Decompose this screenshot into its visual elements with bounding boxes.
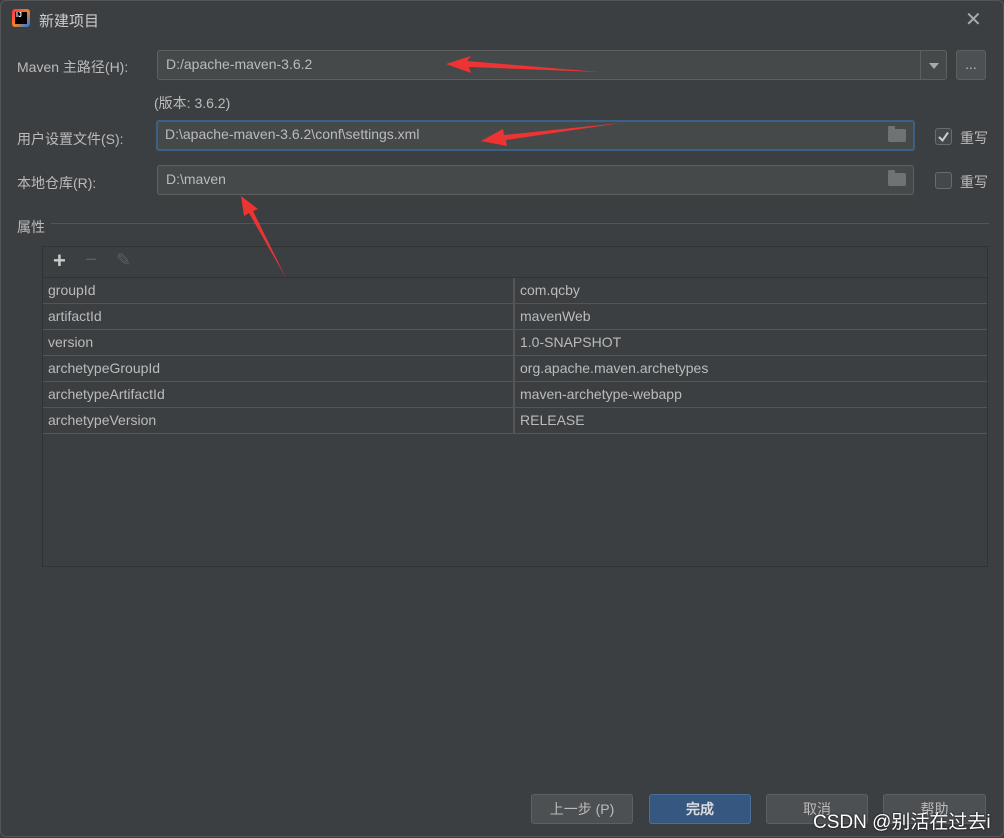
- finish-button[interactable]: 完成: [649, 794, 751, 824]
- section-divider: [51, 223, 989, 224]
- property-key[interactable]: version: [43, 330, 515, 355]
- checkmark-icon: [938, 131, 949, 143]
- local-repo-label: 本地仓库(R):: [17, 175, 97, 191]
- maven-home-label: Maven 主路径(H):: [17, 59, 129, 75]
- settings-override-label: 重写: [960, 130, 988, 146]
- table-row[interactable]: artifactId mavenWeb: [43, 304, 987, 330]
- property-value[interactable]: maven-archetype-webapp: [515, 382, 682, 407]
- edit-icon[interactable]: ✎: [116, 250, 131, 271]
- table-row[interactable]: groupId com.qcby: [43, 278, 987, 304]
- settings-file-input[interactable]: D:\apache-maven-3.6.2\conf\settings.xml: [156, 120, 915, 151]
- intellij-logo-icon: IJ: [12, 9, 30, 27]
- maven-home-dropdown-button[interactable]: [920, 50, 947, 80]
- table-row[interactable]: archetypeGroupId org.apache.maven.archety…: [43, 356, 987, 382]
- settings-file-value: D:\apache-maven-3.6.2\conf\settings.xml: [165, 126, 420, 142]
- local-repo-override-checkbox[interactable]: [935, 172, 952, 189]
- folder-icon[interactable]: [888, 126, 906, 142]
- property-key[interactable]: archetypeGroupId: [43, 356, 515, 381]
- maven-home-input[interactable]: D:/apache-maven-3.6.2: [157, 50, 921, 80]
- folder-icon[interactable]: [888, 170, 906, 186]
- local-repo-override-label: 重写: [960, 174, 988, 190]
- table-row[interactable]: version 1.0-SNAPSHOT: [43, 330, 987, 356]
- table-row[interactable]: archetypeArtifactId maven-archetype-webap…: [43, 382, 987, 408]
- settings-override-checkbox[interactable]: [935, 128, 952, 145]
- property-value[interactable]: mavenWeb: [515, 304, 591, 329]
- properties-section-title: 属性: [17, 219, 45, 235]
- property-key[interactable]: archetypeVersion: [43, 408, 515, 433]
- property-value[interactable]: com.qcby: [515, 278, 580, 303]
- local-repo-value: D:\maven: [166, 171, 226, 187]
- maven-version-label: (版本: 3.6.2): [154, 95, 231, 111]
- property-key[interactable]: artifactId: [43, 304, 515, 329]
- watermark: CSDN @别活在过去i: [813, 812, 991, 833]
- property-value[interactable]: org.apache.maven.archetypes: [515, 356, 708, 381]
- add-icon[interactable]: +: [53, 248, 66, 274]
- settings-file-label: 用户设置文件(S):: [17, 131, 124, 147]
- dialog-title: 新建项目: [39, 13, 100, 30]
- maven-home-browse-button[interactable]: ...: [956, 50, 986, 80]
- previous-button[interactable]: 上一步 (P): [531, 794, 633, 824]
- local-repo-input[interactable]: D:\maven: [157, 165, 914, 195]
- property-key[interactable]: groupId: [43, 278, 515, 303]
- properties-table: + − ✎ groupId com.qcby artifactId mavenWeb v…: [42, 246, 988, 567]
- property-value[interactable]: 1.0-SNAPSHOT: [515, 330, 621, 355]
- property-key[interactable]: archetypeArtifactId: [43, 382, 515, 407]
- property-value[interactable]: RELEASE: [515, 408, 585, 433]
- close-icon[interactable]: ✕: [965, 7, 982, 32]
- new-project-dialog: IJ 新建项目 ✕ Maven 主路径(H): D:/apache-maven-…: [0, 0, 1004, 837]
- table-row[interactable]: archetypeVersion RELEASE: [43, 408, 987, 434]
- properties-toolbar: + − ✎: [43, 247, 987, 278]
- remove-icon[interactable]: −: [85, 249, 97, 272]
